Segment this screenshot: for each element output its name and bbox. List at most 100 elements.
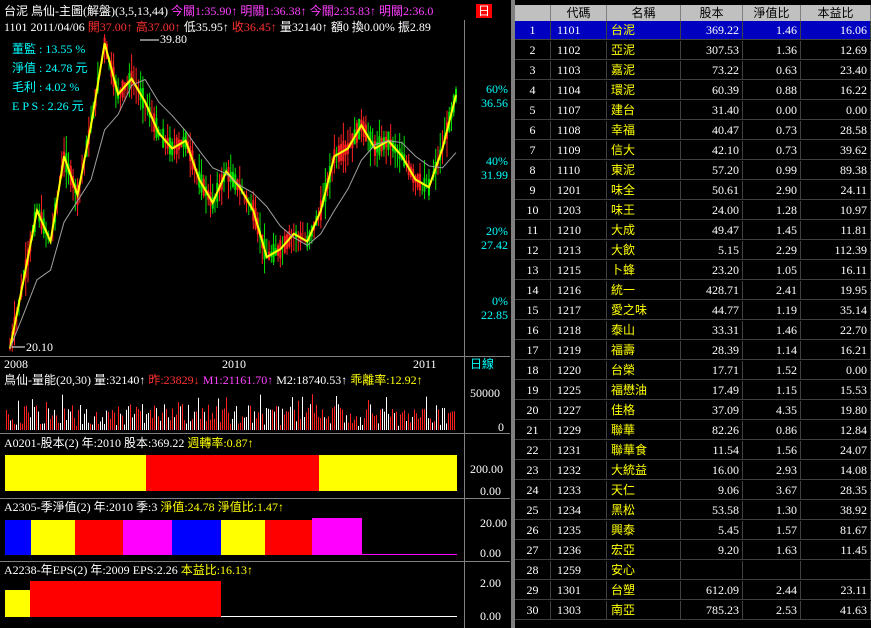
col-header-pb[interactable]: 淨值比 xyxy=(743,5,801,21)
volume-bar xyxy=(446,423,447,430)
col-header-pe[interactable]: 本益比 xyxy=(801,5,871,21)
stock-name[interactable]: 台泥 xyxy=(4,4,28,18)
capital-bar-2 xyxy=(146,455,319,491)
stock-code: 1103 xyxy=(551,61,607,80)
volume-bar xyxy=(422,408,423,430)
stock-code: 1108 xyxy=(551,121,607,140)
table-row[interactable]: 25 1234 黑松 53.58 1.30 38.92 xyxy=(515,501,871,520)
table-row[interactable]: 27 1236 宏亞 9.20 1.63 11.45 xyxy=(515,541,871,560)
row-index: 12 xyxy=(515,241,551,260)
capital-cell: 307.53 xyxy=(681,41,743,60)
table-row[interactable]: 11 1210 大成 49.47 1.45 11.81 xyxy=(515,221,871,240)
capital-cell: 37.09 xyxy=(681,401,743,420)
volume-bar xyxy=(120,413,121,430)
period-flag[interactable]: 日 xyxy=(476,4,493,18)
indicator-title[interactable]: 鳥仙-主圖(解盤)(3,5,13,44) xyxy=(31,4,168,18)
volume-bar xyxy=(98,424,99,430)
table-row[interactable]: 29 1301 台塑 612.09 2.44 23.11 xyxy=(515,581,871,600)
table-row[interactable]: 20 1227 佳格 37.09 4.35 19.80 xyxy=(515,401,871,420)
table-row[interactable]: 24 1233 天仁 9.06 3.67 28.35 xyxy=(515,481,871,500)
table-row[interactable]: 26 1235 興泰 5.45 1.57 81.67 xyxy=(515,521,871,540)
volume-ratio: 乖離率:12.92↑ xyxy=(350,373,423,387)
axis-price-40: 31.99 xyxy=(481,168,508,182)
stock-code: 1101 xyxy=(551,21,607,40)
volume-bar xyxy=(144,422,145,430)
row-index: 1 xyxy=(515,21,551,40)
table-row[interactable]: 13 1215 卜蜂 23.20 1.05 16.11 xyxy=(515,261,871,280)
capital-cell: 53.58 xyxy=(681,501,743,520)
volume-bar xyxy=(16,424,17,430)
capital-cell: 17.71 xyxy=(681,361,743,380)
tomorrow-close-1: 明關1:36.38↑ xyxy=(240,4,307,18)
volume-bar xyxy=(372,413,373,430)
volume-bar xyxy=(154,405,155,430)
table-row[interactable]: 30 1303 南亞 785.23 2.53 41.63 xyxy=(515,601,871,620)
volume-bar xyxy=(152,417,153,430)
col-header-index[interactable] xyxy=(515,5,551,21)
table-row[interactable]: 3 1103 嘉泥 73.22 0.63 23.40 xyxy=(515,61,871,80)
volume-chart[interactable] xyxy=(4,388,464,432)
volume-bar xyxy=(228,412,229,430)
volume-bar xyxy=(308,407,309,430)
table-row[interactable]: 14 1216 統一 428.71 2.41 19.95 xyxy=(515,281,871,300)
capital-cell: 50.61 xyxy=(681,181,743,200)
volume-bar xyxy=(250,405,251,430)
pe-cell: 15.53 xyxy=(801,381,871,400)
table-row[interactable]: 7 1109 信大 42.10 0.73 39.62 xyxy=(515,141,871,160)
panel-divider-3 xyxy=(0,561,510,562)
table-row[interactable]: 16 1218 泰山 33.31 1.46 22.70 xyxy=(515,321,871,340)
netvalue-code[interactable]: A2305-季淨值(2) xyxy=(4,500,91,514)
volume-bar xyxy=(178,402,179,430)
table-row[interactable]: 10 1203 味王 24.00 1.28 10.97 xyxy=(515,201,871,220)
table-row[interactable]: 17 1219 福壽 28.39 1.14 16.21 xyxy=(515,341,871,360)
volume-bar xyxy=(288,411,289,430)
stock-code: 1203 xyxy=(551,201,607,220)
pb-cell: 1.14 xyxy=(743,341,801,360)
table-row[interactable]: 12 1213 大飲 5.15 2.29 112.39 xyxy=(515,241,871,260)
axis-price-60: 36.56 xyxy=(481,96,508,110)
col-header-name[interactable]: 名稱 xyxy=(607,5,681,21)
volume-bar xyxy=(244,417,245,430)
volume-bar xyxy=(14,423,15,430)
stock-code: 1231 xyxy=(551,441,607,460)
pe-cell: 35.14 xyxy=(801,301,871,320)
eps-code[interactable]: A2238-年EPS(2) xyxy=(4,563,87,577)
table-row[interactable]: 1 1101 台泥 369.22 1.46 16.06 xyxy=(515,21,871,40)
table-row[interactable]: 23 1232 大統益 16.00 2.93 14.08 xyxy=(515,461,871,480)
volume-title[interactable]: 鳥仙-量能(20,30) xyxy=(4,373,91,387)
volume-bar xyxy=(110,418,111,430)
tomorrow-close-2: 明關2:36.0 xyxy=(379,4,434,18)
table-row[interactable]: 15 1217 愛之味 44.77 1.19 35.14 xyxy=(515,301,871,320)
volume-bar xyxy=(170,420,171,430)
table-row[interactable]: 8 1110 東泥 57.20 0.99 89.38 xyxy=(515,161,871,180)
axis-pct-40: 40% xyxy=(486,154,508,168)
pb-cell: 1.19 xyxy=(743,301,801,320)
price-chart[interactable]: 39.80 20.10 xyxy=(4,34,464,356)
table-row[interactable]: 21 1229 聯華 82.26 0.86 12.84 xyxy=(515,421,871,440)
volume-bar xyxy=(222,409,223,430)
col-header-capital[interactable]: 股本 xyxy=(681,5,743,21)
volume-bar xyxy=(390,416,391,430)
col-header-code[interactable]: 代碼 xyxy=(551,5,607,21)
pe-cell: 11.81 xyxy=(801,221,871,240)
row-index: 2 xyxy=(515,41,551,60)
table-row[interactable]: 2 1102 亞泥 307.53 1.36 12.69 xyxy=(515,41,871,60)
volume-bar xyxy=(160,420,161,430)
volume-bar xyxy=(190,421,191,430)
table-row[interactable]: 6 1108 幸福 40.47 0.73 28.58 xyxy=(515,121,871,140)
table-row[interactable]: 18 1220 台榮 17.71 1.52 0.00 xyxy=(515,361,871,380)
table-row[interactable]: 22 1231 聯華食 11.54 1.56 24.07 xyxy=(515,441,871,460)
table-row[interactable]: 28 1259 安心 xyxy=(515,561,871,580)
pe-cell: 0.00 xyxy=(801,101,871,120)
capital-code[interactable]: A0201-股本(2) xyxy=(4,436,79,450)
volume-bar xyxy=(182,404,183,430)
table-row[interactable]: 9 1201 味全 50.61 2.90 24.11 xyxy=(515,181,871,200)
capital-cell: 60.39 xyxy=(681,81,743,100)
volume-bar xyxy=(412,416,413,430)
row-index: 30 xyxy=(515,601,551,620)
amount-value: 額0 xyxy=(330,20,349,34)
period-label[interactable]: 日線 xyxy=(470,357,494,371)
table-row[interactable]: 19 1225 福懋油 17.49 1.15 15.53 xyxy=(515,381,871,400)
table-row[interactable]: 5 1107 建台 31.40 0.00 0.00 xyxy=(515,101,871,120)
table-row[interactable]: 4 1104 環泥 60.39 0.88 16.22 xyxy=(515,81,871,100)
